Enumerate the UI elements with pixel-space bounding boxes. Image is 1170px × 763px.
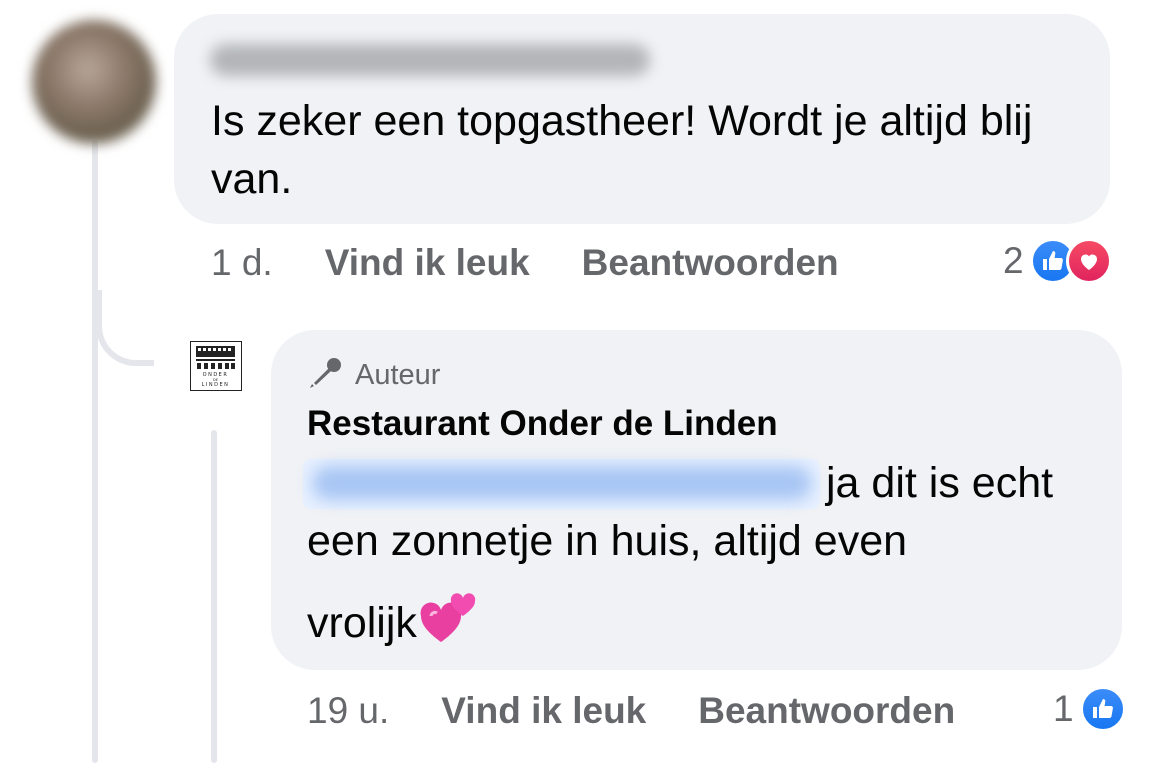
reply-actions: 19 u. Vind ik leuk Beantwoorden (307, 686, 955, 736)
thread-line (92, 140, 98, 763)
author-badge: Auteur (307, 357, 440, 393)
reply-text-word: vrolijk (307, 598, 417, 647)
microphone-icon (307, 356, 345, 395)
comment-text: Is zeker een topgastheer! Wordt je altij… (211, 97, 1033, 203)
reply-like-button[interactable]: Vind ik leuk (441, 690, 646, 732)
mention-name-blurred (312, 466, 812, 500)
two-hearts-icon (419, 590, 479, 661)
commenter-avatar[interactable] (32, 20, 156, 144)
like-icon (1079, 686, 1126, 732)
comment-timestamp[interactable]: 1 d. (211, 242, 273, 284)
reply-text-line: een zonnetje in huis, altijd even (307, 517, 908, 565)
comment-like-button[interactable]: Vind ik leuk (325, 242, 530, 284)
reply-author-name[interactable]: Restaurant Onder de Linden (307, 404, 778, 444)
comment-reply-button[interactable]: Beantwoorden (582, 242, 839, 284)
commenter-name-blurred[interactable] (210, 44, 650, 76)
thread-connector (96, 290, 154, 366)
reply-timestamp[interactable]: 19 u. (307, 690, 389, 732)
comment-actions: 1 d. Vind ik leuk Beantwoorden (211, 238, 839, 288)
author-badge-label: Auteur (355, 358, 441, 391)
love-icon (1065, 238, 1112, 284)
reply-reply-button[interactable]: Beantwoorden (698, 690, 955, 732)
restaurant-logo-avatar[interactable]: ONDER DE LINDEN (190, 341, 242, 391)
svg-text:LINDEN: LINDEN (202, 382, 230, 388)
comment-reactions[interactable]: 2 (1003, 236, 1112, 286)
reply-reactions[interactable]: 1 (1053, 684, 1126, 734)
reply-text-line: vrolijk (307, 590, 479, 661)
reply-text-line: ja dit is echt (826, 459, 1054, 507)
reply-thread-line (211, 430, 217, 763)
reply-reaction-count: 1 (1053, 688, 1074, 729)
comment-reaction-count: 2 (1003, 240, 1024, 281)
